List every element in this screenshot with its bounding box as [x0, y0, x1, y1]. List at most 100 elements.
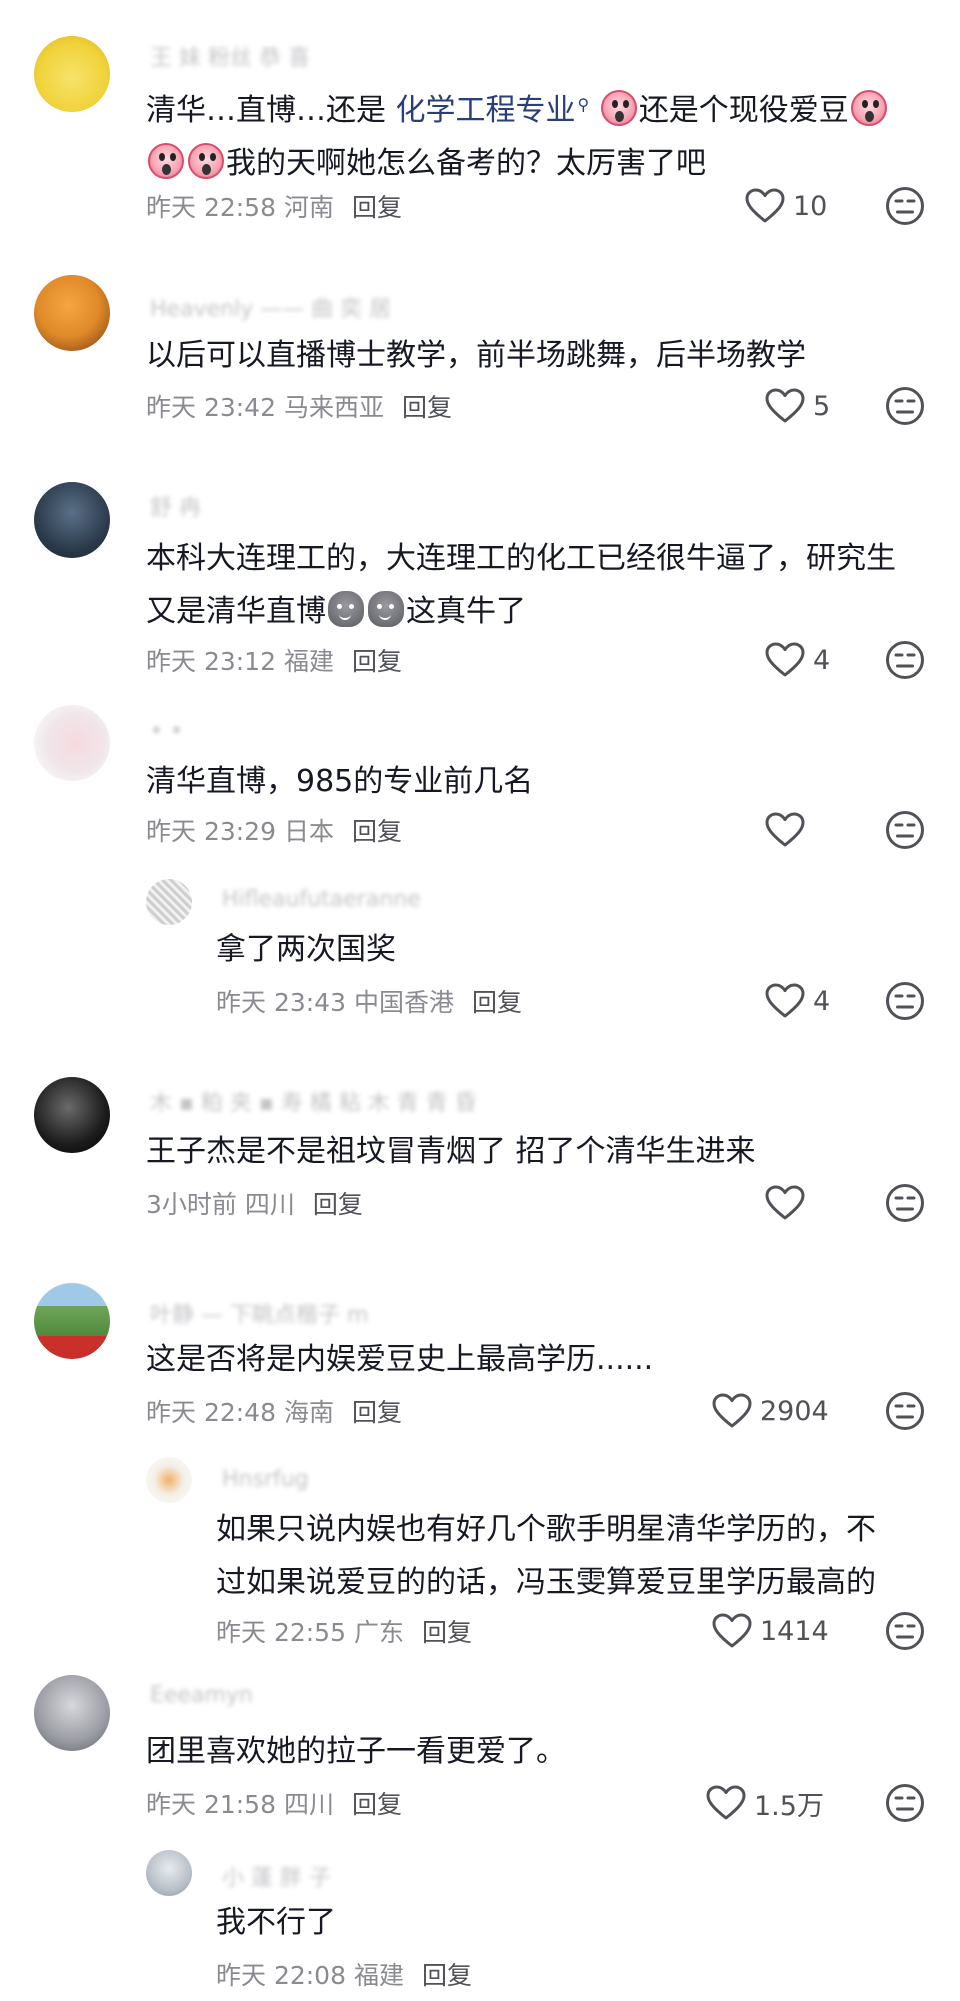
dislike-button[interactable] [885, 1391, 925, 1431]
username[interactable]: 叶静 — 下眺点楷子 m [150, 1297, 368, 1329]
heart-outline-icon [765, 1185, 805, 1220]
dislike-button[interactable] [885, 1783, 925, 1823]
like-button[interactable]: 2904 [712, 1389, 829, 1433]
username[interactable]: 小 蓬 胖 子 [222, 1860, 331, 1892]
comment-meta: 昨天 23:29 日本 回复 [146, 812, 402, 848]
reply-item: Hnsrfug 如果只说内娱也有好几个歌手明星清华学历的，不 过如果说爱豆的的话… [0, 1455, 960, 1655]
text-line: 如果只说内娱也有好几个歌手明星清华学历的，不 [216, 1512, 876, 1547]
comment-item: Heavenly —— 曲 奕 居 以后可以直播博士教学，前半场跳舞，后半场教学… [0, 275, 960, 435]
like-count: 5 [813, 390, 831, 422]
avatar[interactable] [34, 705, 110, 781]
heart-outline-icon [712, 1393, 752, 1428]
reply-item: 小 蓬 胖 子 我不行了 昨天 22:08 福建 回复 [0, 1848, 960, 2001]
username[interactable]: Hifleaufutaeranne [222, 887, 421, 912]
heart-outline-icon [765, 983, 805, 1018]
comment-text: 以后可以直播博士教学，前半场跳舞，后半场教学 [146, 338, 806, 373]
text-segment: 又是清华直博 [146, 594, 326, 629]
dislike-button[interactable] [885, 386, 925, 426]
reply-item: Hifleaufutaeranne 拿了两次国奖 昨天 23:43 中国香港 回复… [0, 873, 960, 1033]
reply-button[interactable]: 回复 [352, 193, 402, 222]
reply-button[interactable]: 回复 [402, 393, 452, 422]
reply-button[interactable]: 回复 [352, 647, 402, 676]
scream-emoji [148, 143, 184, 179]
neutral-face-icon [886, 982, 924, 1020]
reply-button[interactable]: 回复 [352, 1790, 402, 1819]
avatar[interactable] [146, 1457, 192, 1503]
reply-button[interactable]: 回复 [352, 1398, 402, 1427]
text-line: 本科大连理工的，大连理工的化工已经很牛逼了，研究生 [146, 541, 896, 576]
reply-button[interactable]: 回复 [313, 1190, 363, 1219]
scream-emoji [188, 143, 224, 179]
reply-button[interactable]: 回复 [352, 817, 402, 846]
search-link[interactable]: 化学工程专业 [396, 93, 576, 128]
like-button[interactable] [765, 808, 813, 852]
location: 马来西亚 [283, 393, 384, 422]
like-button[interactable]: 1414 [712, 1609, 829, 1653]
like-count: 1.5万 [754, 1790, 824, 1822]
search-icon[interactable]: ⚲ [578, 95, 590, 114]
location: 四川 [283, 1790, 334, 1819]
username[interactable]: • • [150, 719, 183, 744]
comment-meta: 昨天 22:58 河南 回复 [146, 188, 402, 224]
comment-text: 团里喜欢她的拉子一看更爱了。 [146, 1734, 566, 1769]
timestamp: 昨天 23:12 [146, 647, 276, 676]
text-segment: 我的天啊她怎么备考的？太厉害了吧 [226, 146, 706, 181]
comment-item: 叶静 — 下眺点楷子 m 这是否将是内娱爱豆史上最高学历...... 昨天 22… [0, 1283, 960, 1433]
comment-meta: 昨天 23:12 福建 回复 [146, 642, 402, 678]
like-button[interactable]: 1.5万 [706, 1781, 824, 1825]
dislike-button[interactable] [885, 810, 925, 850]
username[interactable]: Hnsrfug [222, 1467, 309, 1492]
like-button[interactable]: 4 [765, 638, 830, 682]
text-segment: 这真牛了 [406, 594, 526, 629]
avatar[interactable] [34, 1283, 110, 1359]
like-count: 1414 [760, 1615, 829, 1647]
avatar[interactable] [146, 879, 192, 925]
dislike-button[interactable] [885, 640, 925, 680]
comment-text: 这是否将是内娱爱豆史上最高学历...... [146, 1342, 654, 1377]
avatar[interactable] [34, 36, 110, 112]
avatar[interactable] [146, 1850, 192, 1896]
location: 河南 [283, 193, 334, 222]
comment-text: 拿了两次国奖 [216, 932, 396, 967]
neutral-face-icon [886, 387, 924, 425]
reply-button[interactable]: 回复 [472, 988, 522, 1017]
avatar[interactable] [34, 482, 110, 558]
dislike-button[interactable] [885, 1611, 925, 1651]
location: 海南 [283, 1398, 334, 1427]
avatar[interactable] [34, 1077, 110, 1153]
like-button[interactable]: 4 [765, 979, 830, 1023]
reply-button[interactable]: 回复 [422, 1618, 472, 1647]
dislike-button[interactable] [885, 981, 925, 1021]
comment-meta: 昨天 22:08 福建 回复 [216, 1956, 472, 1992]
neutral-face-icon [886, 1612, 924, 1650]
username[interactable]: Heavenly —— 曲 奕 居 [150, 291, 391, 323]
comment-text: 本科大连理工的，大连理工的化工已经很牛逼了，研究生 又是清华直博 这真牛了 [146, 532, 916, 638]
comment-item: 王 妹 粉丝 恭 喜 清华…直博…还是 化学工程专业 ⚲ 还是个现役爱豆 我的天啊… [0, 0, 960, 235]
like-count: 4 [813, 985, 831, 1017]
avatar[interactable] [34, 1675, 110, 1751]
dislike-button[interactable] [885, 1183, 925, 1223]
username[interactable]: 木 ▪ 粕 夹 ▪ 寿 橘 粘 木 青 青 昏 [150, 1085, 477, 1117]
timestamp: 昨天 21:58 [146, 1790, 276, 1819]
like-button[interactable] [765, 1181, 813, 1225]
dislike-button[interactable] [885, 186, 925, 226]
location: 中国香港 [353, 988, 454, 1017]
like-button[interactable]: 5 [765, 384, 830, 428]
avatar[interactable] [34, 275, 110, 351]
username[interactable]: 舒 冉 [150, 490, 201, 522]
comment-text: 清华…直博…还是 化学工程专业 ⚲ 还是个现役爱豆 我的天啊她怎么备考的？太厉害了… [146, 78, 916, 190]
timestamp: 昨天 22:48 [146, 1398, 276, 1427]
heart-outline-icon [745, 188, 785, 223]
timestamp: 昨天 23:42 [146, 393, 276, 422]
username[interactable]: 王 妹 粉丝 恭 喜 [150, 40, 310, 72]
comment-meta: 昨天 23:43 中国香港 回复 [216, 983, 522, 1019]
location: 福建 [283, 647, 334, 676]
comment-item: 木 ▪ 粕 夹 ▪ 寿 橘 粘 木 青 青 昏 王子杰是不是祖坟冒青烟了 招了个… [0, 1075, 960, 1235]
neutral-face-icon [886, 1392, 924, 1430]
username[interactable]: Eeeamyn [150, 1683, 253, 1708]
like-button[interactable]: 10 [745, 184, 827, 228]
reply-button[interactable]: 回复 [422, 1961, 472, 1990]
comment-text: 王子杰是不是祖坟冒青烟了 招了个清华生进来 [146, 1134, 756, 1169]
like-count: 4 [813, 644, 831, 676]
comment-item: • • 清华直博，985的专业前几名 昨天 23:29 日本 回复 [0, 705, 960, 855]
